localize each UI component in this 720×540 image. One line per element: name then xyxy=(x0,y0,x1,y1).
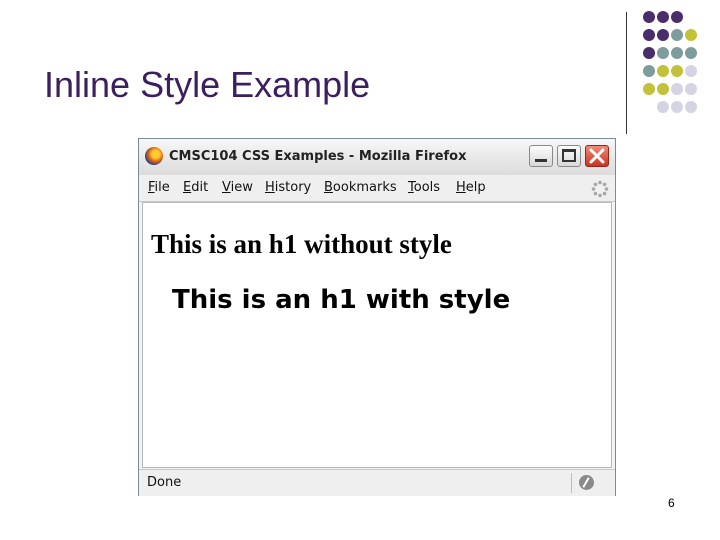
decor-dot xyxy=(685,83,697,95)
menu-file[interactable]: File xyxy=(148,180,170,195)
menu-bar: File Edit View History Bookmarks Tools H… xyxy=(139,175,615,202)
decor-dot xyxy=(671,47,683,59)
decor-dot xyxy=(657,11,669,23)
maximize-button[interactable] xyxy=(557,145,581,167)
decor-dot xyxy=(685,47,697,59)
decor-dot xyxy=(671,29,683,41)
decor-dot xyxy=(671,11,683,23)
status-text: Done xyxy=(147,475,182,490)
decor-dot xyxy=(643,83,655,95)
close-button[interactable] xyxy=(585,145,609,167)
decor-dot xyxy=(685,29,697,41)
firefox-logo-icon xyxy=(145,147,163,165)
minimize-button[interactable] xyxy=(529,145,553,167)
decor-dot xyxy=(671,83,683,95)
status-bar: Done xyxy=(139,469,615,496)
minimize-icon xyxy=(535,159,547,162)
menu-view[interactable]: View xyxy=(222,180,253,195)
decor-dot xyxy=(657,101,669,113)
menu-tools[interactable]: Tools xyxy=(408,180,440,195)
menu-history[interactable]: History xyxy=(265,180,311,195)
menu-edit[interactable]: Edit xyxy=(183,180,208,195)
decor-dot xyxy=(671,65,683,77)
decor-dot xyxy=(643,47,655,59)
maximize-icon xyxy=(562,149,576,162)
decor-dot xyxy=(671,101,683,113)
security-status-icon xyxy=(579,475,594,490)
decor-dot xyxy=(657,83,669,95)
window-titlebar[interactable]: CMSC104 CSS Examples - Mozilla Firefox xyxy=(139,139,615,176)
decor-dot xyxy=(657,47,669,59)
decor-dot xyxy=(685,101,697,113)
slide-title: Inline Style Example xyxy=(44,64,371,105)
decor-vertical-line xyxy=(626,12,627,134)
decor-dot xyxy=(657,29,669,41)
window-title: CMSC104 CSS Examples - Mozilla Firefox xyxy=(169,149,467,164)
decor-dot xyxy=(643,65,655,77)
decor-dot xyxy=(685,65,697,77)
page-number: 6 xyxy=(668,496,675,510)
decor-dot xyxy=(643,29,655,41)
loading-throbber-icon xyxy=(591,180,609,198)
decor-dot-grid xyxy=(640,10,720,130)
h1-with-style: This is an h1 with style xyxy=(172,285,511,315)
browser-window: CMSC104 CSS Examples - Mozilla Firefox F… xyxy=(138,138,616,496)
menu-help[interactable]: Help xyxy=(456,180,486,195)
page-content: This is an h1 without style This is an h… xyxy=(142,202,612,468)
decor-dot xyxy=(643,11,655,23)
menu-bookmarks[interactable]: Bookmarks xyxy=(324,180,397,195)
close-icon xyxy=(589,148,605,164)
status-separator xyxy=(571,473,572,493)
decor-dot xyxy=(657,65,669,77)
h1-without-style: This is an h1 without style xyxy=(151,229,452,259)
